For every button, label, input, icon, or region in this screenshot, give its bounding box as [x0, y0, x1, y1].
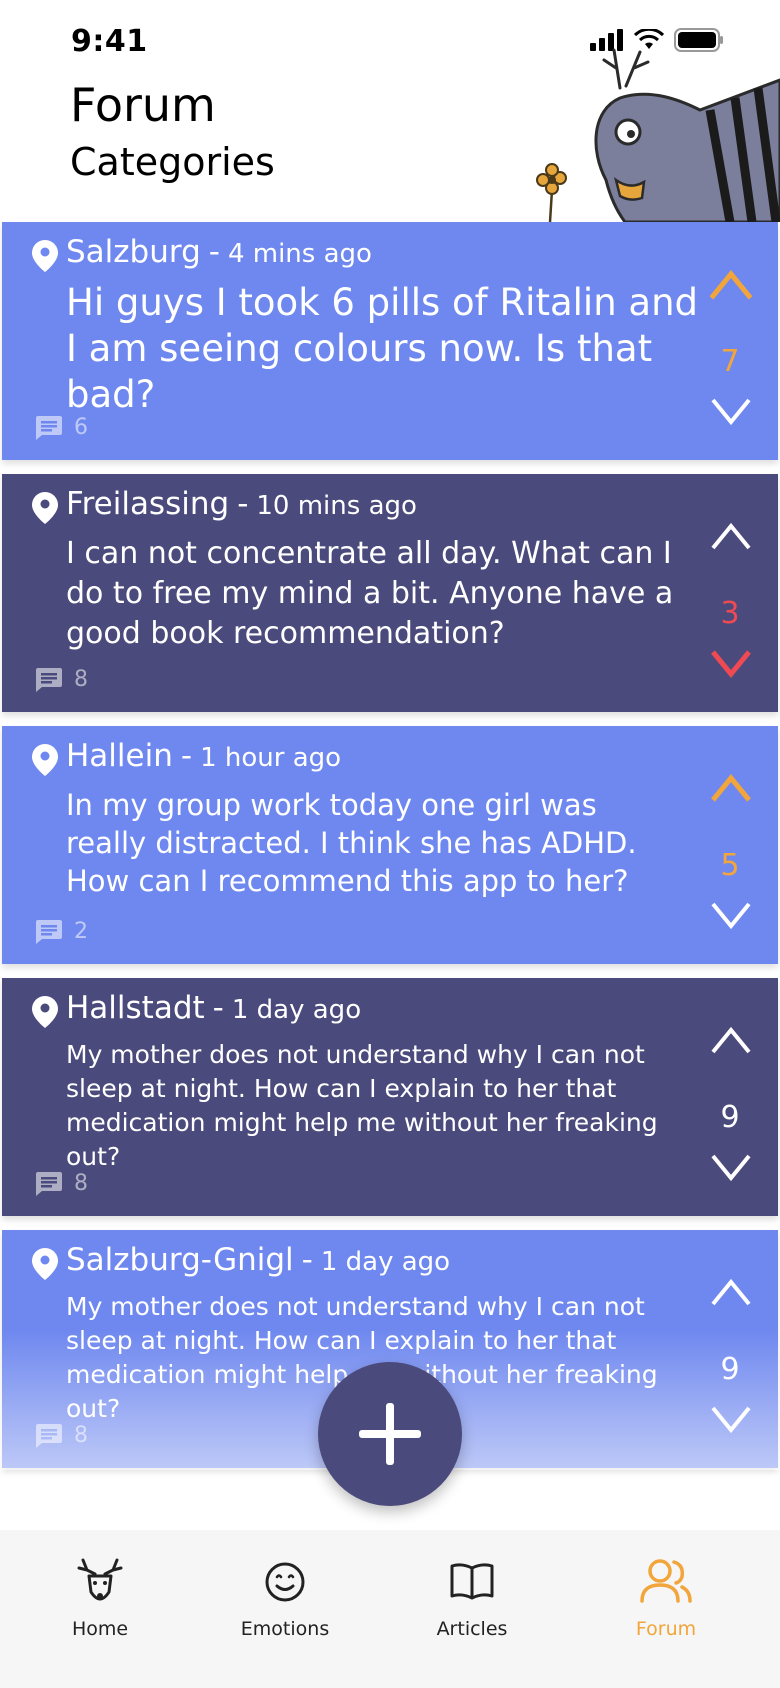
- location-pin-icon: [32, 240, 58, 272]
- post-time: 1 day ago: [231, 995, 362, 1025]
- post-time: 10 mins ago: [256, 491, 417, 521]
- users-icon: [640, 1559, 692, 1603]
- downvote-button[interactable]: [710, 642, 752, 684]
- comment-count[interactable]: 6: [36, 415, 88, 440]
- page-title: Forum: [70, 78, 216, 132]
- post-meta: Hallein -1 hour ago: [66, 738, 342, 774]
- post-text: Hi guys I took 6 pills of Ritalin and I …: [66, 281, 699, 416]
- vote-count: 9: [720, 1100, 740, 1135]
- vote-count: 9: [720, 1352, 740, 1387]
- tab-label: Forum: [635, 1618, 697, 1640]
- bottom-tab-bar: Home Emotions Articles Forum: [0, 1530, 780, 1688]
- tab-articles[interactable]: Articles: [392, 1554, 552, 1640]
- flower-illustration: [536, 163, 567, 222]
- post-meta: Freilassing -10 mins ago: [66, 486, 417, 522]
- tab-label: Emotions: [240, 1618, 330, 1640]
- deer-icon: [77, 1558, 123, 1601]
- post-location: Hallein: [66, 738, 173, 774]
- upvote-button[interactable]: [710, 770, 752, 812]
- tab-forum[interactable]: Forum: [586, 1554, 746, 1640]
- post-card[interactable]: Hallstadt -1 day ago My mother does not u…: [2, 978, 778, 1216]
- location-pin-icon: [32, 492, 58, 524]
- vote-count: 5: [720, 848, 740, 883]
- post-text: In my group work today one girl was real…: [66, 788, 637, 898]
- location-pin-icon: [32, 744, 58, 776]
- deer-mascot-illustration: [536, 48, 780, 222]
- comment-count-value: 8: [74, 1171, 88, 1196]
- post-meta: Salzburg-Gnigl -1 day ago: [66, 1242, 451, 1278]
- comment-count[interactable]: 8: [36, 1423, 88, 1448]
- vote-count: 3: [720, 596, 740, 631]
- tab-emotions[interactable]: Emotions: [205, 1554, 365, 1640]
- comment-icon: [36, 1171, 62, 1196]
- tab-label: Articles: [436, 1618, 508, 1640]
- vote-control: 3: [700, 518, 760, 698]
- vote-control: 9: [700, 1274, 760, 1454]
- downvote-button[interactable]: [710, 894, 752, 936]
- post-location: Hallstadt: [66, 990, 205, 1026]
- comment-count[interactable]: 2: [36, 919, 88, 944]
- comment-count-value: 2: [74, 919, 88, 944]
- location-pin-icon: [32, 1248, 58, 1280]
- post-text: I can not concentrate all day. What can …: [66, 536, 674, 651]
- post-card[interactable]: Salzburg -4 mins ago Hi guys I took 6 pil…: [2, 222, 778, 460]
- downvote-button[interactable]: [710, 1146, 752, 1188]
- upvote-button[interactable]: [710, 1022, 752, 1064]
- post-card[interactable]: Freilassing -10 mins ago I can not concen…: [2, 474, 778, 712]
- status-time: 9:41: [71, 24, 148, 59]
- upvote-button[interactable]: [710, 1274, 752, 1316]
- location-pin-icon: [32, 996, 58, 1028]
- comment-icon: [36, 919, 62, 944]
- comment-icon: [36, 1423, 62, 1448]
- tab-home[interactable]: Home: [20, 1554, 180, 1640]
- post-time: 1 day ago: [320, 1247, 451, 1277]
- vote-count: 7: [720, 344, 740, 379]
- post-time: 1 hour ago: [200, 743, 342, 773]
- post-location: Salzburg: [66, 234, 201, 270]
- post-card[interactable]: Hallein -1 hour ago In my group work toda…: [2, 726, 778, 964]
- downvote-button[interactable]: [710, 1398, 752, 1440]
- vote-control: 9: [700, 1022, 760, 1202]
- tab-label: Home: [71, 1618, 129, 1640]
- upvote-button[interactable]: [710, 518, 752, 560]
- comment-count[interactable]: 8: [36, 667, 88, 692]
- post-text: My mother does not understand why I can …: [66, 1040, 658, 1171]
- comment-count-value: 6: [74, 415, 88, 440]
- comment-count-value: 8: [74, 667, 88, 692]
- vote-control: 7: [700, 266, 760, 446]
- post-location: Freilassing: [66, 486, 230, 522]
- plus-icon: [359, 1403, 421, 1465]
- post-meta: Salzburg -4 mins ago: [66, 234, 372, 270]
- page-subtitle: Categories: [70, 140, 275, 184]
- post-time: 4 mins ago: [227, 239, 372, 269]
- book-icon: [450, 1563, 494, 1600]
- upvote-button[interactable]: [710, 266, 752, 308]
- vote-control: 5: [700, 770, 760, 950]
- post-location: Salzburg-Gnigl: [66, 1242, 294, 1278]
- comment-icon: [36, 667, 62, 692]
- downvote-button[interactable]: [710, 390, 752, 432]
- comment-count[interactable]: 8: [36, 1171, 88, 1196]
- comment-count-value: 8: [74, 1423, 88, 1448]
- post-meta: Hallstadt -1 day ago: [66, 990, 362, 1026]
- smiley-icon: [265, 1562, 305, 1602]
- comment-icon: [36, 415, 62, 440]
- new-post-button[interactable]: [318, 1362, 462, 1506]
